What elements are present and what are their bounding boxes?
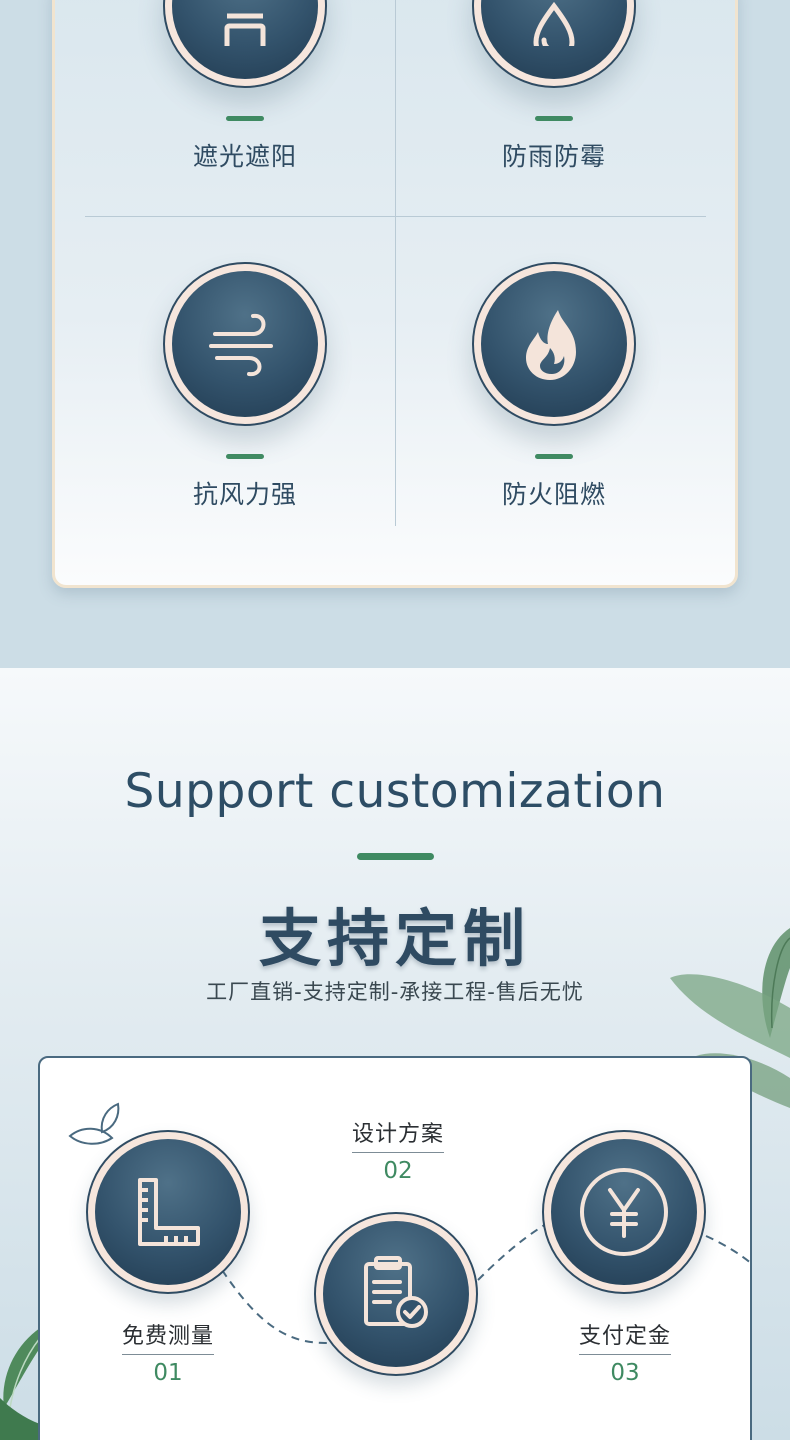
step-number: 02 [383, 1158, 413, 1184]
step-label: 设计方案 [351, 1122, 444, 1147]
feature-badge [472, 262, 636, 426]
ruler-icon [138, 1178, 200, 1246]
feature-label: 防火阻燃 [501, 480, 606, 509]
outline-leaf-icon [68, 1102, 120, 1145]
feature-accent-dash [226, 116, 264, 121]
wind-icon [209, 313, 273, 377]
feature-accent-dash [226, 454, 264, 459]
step-rule [579, 1354, 671, 1355]
section-subtitle: 工厂直销-支持定制-承接工程-售后无忧 [206, 980, 584, 1004]
feature-accent-dash [535, 116, 573, 121]
step-badge-deposit [542, 1130, 706, 1294]
feature-badge [163, 262, 327, 426]
flame-icon [526, 310, 576, 380]
step-label: 支付定金 [578, 1324, 671, 1349]
feature-accent-dash [535, 454, 573, 459]
step-badge-measure [86, 1130, 250, 1294]
title-accent-dash [357, 853, 434, 860]
water-drop-icon [533, 1, 575, 46]
feature-label: 抗风力强 [192, 480, 297, 509]
step-number: 03 [610, 1360, 640, 1386]
customization-section: Support customization 支持定制 工厂直销-支持定制-承接工… [0, 668, 790, 1440]
feature-label: 遮光遮阳 [192, 142, 297, 171]
step-label: 免费测量 [121, 1324, 214, 1349]
clipboard-check-icon [364, 1256, 428, 1328]
step-rule [122, 1354, 214, 1355]
grid-divider-vertical [395, 0, 396, 526]
step-number: 01 [153, 1360, 183, 1386]
grid-divider-horizontal [85, 216, 706, 217]
plant-pot-icon [224, 13, 266, 46]
features-section: 遮光遮阳 防雨防霉 抗风力强 防火阻燃 [0, 0, 790, 668]
section-title-cn: 支持定制 [258, 902, 531, 975]
feature-label: 防雨防霉 [501, 142, 606, 171]
yen-icon [580, 1168, 668, 1256]
section-title-en: Support customization [124, 764, 666, 819]
process-card: 免费测量 01 设计方案 02 支付定金 03 [38, 1056, 753, 1440]
step-rule [352, 1152, 444, 1153]
step-badge-design [314, 1212, 478, 1376]
